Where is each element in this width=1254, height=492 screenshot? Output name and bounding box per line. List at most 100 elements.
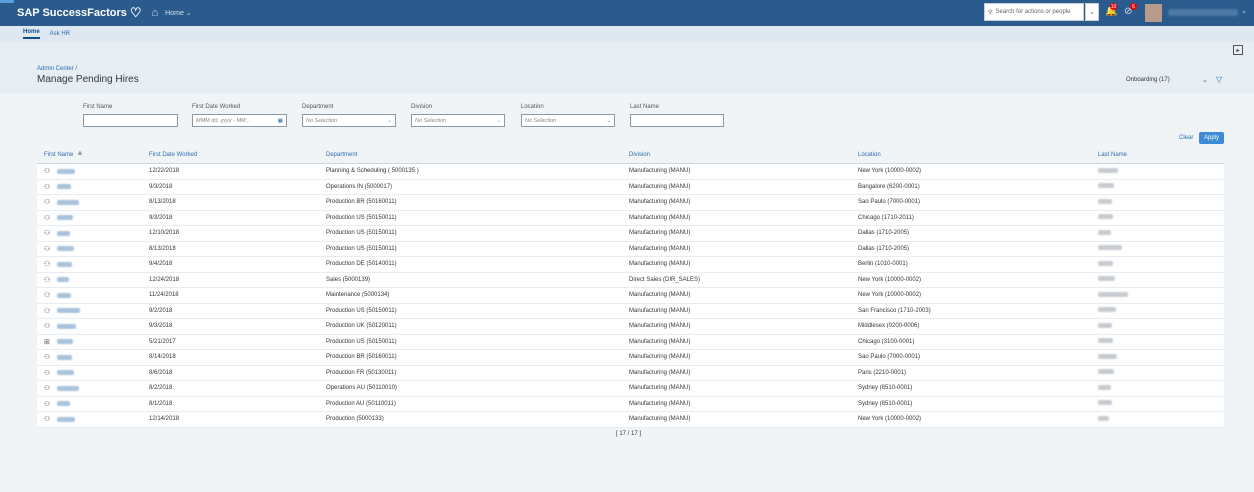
user-name-redacted[interactable] [1168,9,1238,16]
first-name-redacted[interactable] [57,215,73,221]
first-name-redacted[interactable] [57,184,71,190]
home-menu-button[interactable]: Home ⌄ [165,9,192,17]
user-avatar[interactable] [1145,4,1162,22]
table-row[interactable]: ⚇ 8/13/2018 Production US (50150011) Manufa… [37,241,1224,257]
person-add-icon[interactable]: ⚇ [44,400,53,408]
person-add-icon[interactable]: ⚇ [44,214,53,222]
person-add-icon[interactable]: ⚇ [44,183,53,191]
division-select[interactable]: No Selection ⌄ [411,114,505,127]
first-name-redacted[interactable] [57,401,70,407]
column-header-first-name[interactable]: First Name ≜ [37,151,149,159]
tab-ask-hr[interactable]: Ask HR [50,31,70,37]
company-logo[interactable]: SAP SuccessFactors ♡ [17,5,142,21]
location-cell: Dallas (1710-2005) [858,245,910,252]
first-name-cell[interactable]: ⚇ [37,353,149,361]
table-row[interactable]: ⚇ 12/24/2018 Sales (5000139) Direct Sales (… [37,272,1224,288]
person-add-icon[interactable]: ⚇ [44,322,53,330]
first-name-cell[interactable]: ⚇ [37,214,149,222]
first-name-cell[interactable]: ⊞ [37,338,149,346]
filter-icon[interactable]: ▽ [1216,75,1222,84]
clear-button[interactable]: Clear [1179,135,1193,141]
first-name-redacted[interactable] [57,230,70,236]
table-row[interactable]: ⚇ 12/22/2018 Planning & Scheduling ( 50001… [37,164,1224,180]
first-name-cell[interactable]: ⚇ [37,291,149,299]
first-name-redacted[interactable] [57,323,76,329]
first-name-redacted[interactable] [57,246,74,252]
first-name-cell[interactable]: ⚇ [37,322,149,330]
first-name-redacted[interactable] [57,199,79,205]
first-name-cell[interactable]: ⚇ [37,167,149,175]
first-name-redacted[interactable] [57,416,75,422]
table-row[interactable]: ⚇ 8/1/2018 Production AU (50110011) Manufac… [37,396,1224,412]
first-name-cell[interactable]: ⚇ [37,307,149,315]
person-add-icon[interactable]: ⚇ [44,276,53,284]
column-header-first-date[interactable]: First Date Worked [149,152,326,158]
person-add-icon[interactable]: ⚇ [44,291,53,299]
first-name-redacted[interactable] [57,370,74,376]
column-header-last-name[interactable]: Last Name [1098,152,1224,158]
first-name-redacted[interactable] [57,292,71,298]
first-name-cell[interactable]: ⚇ [37,369,149,377]
department-select[interactable]: No Selection ⌄ [302,114,396,127]
table-row[interactable]: ⚇ 12/14/2018 Production (5000133) Manufactu… [37,412,1224,428]
table-row[interactable]: ⚇ 8/2/2018 Operations AU (50110010) Manufac… [37,381,1224,397]
table-row[interactable]: ⚇ 8/13/2018 Production BR (50160011) Manufa… [37,195,1224,211]
table-row[interactable]: ⚇ 8/14/2018 Production BR (50160011) Manufa… [37,350,1224,366]
column-header-department[interactable]: Department [326,152,629,158]
person-add-icon[interactable]: ⚇ [44,260,53,268]
first-name-cell[interactable]: ⚇ [37,245,149,253]
table-row[interactable]: ⚇ 9/3/2018 Production US (50150011) Manufac… [37,210,1224,226]
first-name-redacted[interactable] [57,168,75,174]
first-name-input[interactable] [83,114,178,127]
home-icon[interactable]: ⌂ [152,7,159,19]
first-name-cell[interactable]: ⚇ [37,400,149,408]
variant-label[interactable]: Onboarding (17) [1126,77,1170,83]
person-add-icon[interactable]: ⚇ [44,198,53,206]
expand-panel-icon[interactable]: ▸ [1233,45,1243,55]
first-name-redacted[interactable] [57,308,80,314]
first-name-cell[interactable]: ⚇ [37,260,149,268]
first-date-input[interactable]: MMM dd, yyyy - MM... ▦ [192,114,287,127]
calendar-icon[interactable]: ▦ [278,118,283,124]
table-row[interactable]: ⊞ 5/21/2017 Production US (50150011) Manufa… [37,334,1224,350]
chevron-down-icon: ⌄ [387,117,392,124]
first-name-cell[interactable]: ⚇ [37,276,149,284]
person-add-icon[interactable]: ⚇ [44,307,53,315]
tab-home[interactable]: Home [23,29,40,39]
org-chart-icon[interactable]: ⊞ [44,338,53,346]
table-row[interactable]: ⚇ 11/24/2018 Maintenance (5000134) Manufact… [37,288,1224,304]
person-add-icon[interactable]: ⚇ [44,384,53,392]
table-row[interactable]: ⚇ 8/6/2018 Production FR (50130011) Manufac… [37,365,1224,381]
person-add-icon[interactable]: ⚇ [44,167,53,175]
column-header-location[interactable]: Location [858,152,1098,158]
table-row[interactable]: ⚇ 9/3/2018 Production UK (50120011) Manufac… [37,319,1224,335]
person-add-icon[interactable]: ⚇ [44,369,53,377]
first-name-redacted[interactable] [57,339,73,345]
first-name-redacted[interactable] [57,277,69,283]
first-name-cell[interactable]: ⚇ [37,229,149,237]
person-add-icon[interactable]: ⚇ [44,415,53,423]
person-add-icon[interactable]: ⚇ [44,245,53,253]
table-row[interactable]: ⚇ 12/10/2018 Production US (50150011) Manuf… [37,226,1224,242]
column-header-division[interactable]: Division [629,152,858,158]
last-name-input[interactable] [630,114,724,127]
chevron-down-icon[interactable]: ⌄ [1202,76,1208,84]
first-name-cell[interactable]: ⚇ [37,384,149,392]
person-add-icon[interactable]: ⚇ [44,229,53,237]
table-row[interactable]: ⚇ 9/4/2018 Production DE (50140011) Manufac… [37,257,1224,273]
person-add-icon[interactable]: ⚇ [44,353,53,361]
apply-button[interactable]: Apply [1199,132,1224,144]
table-row[interactable]: ⚇ 9/2/2018 Production US (50150011) Manufac… [37,303,1224,319]
first-name-cell[interactable]: ⚇ [37,198,149,206]
first-name-redacted[interactable] [57,385,79,391]
first-name-redacted[interactable] [57,354,72,360]
search-input[interactable]: ⚲ Search for actions or people [984,3,1084,21]
breadcrumb[interactable]: Admin Center / [37,66,77,72]
table-row[interactable]: ⚇ 9/3/2018 Operations IN (5000017) Manufact… [37,179,1224,195]
first-name-cell[interactable]: ⚇ [37,415,149,423]
location-select[interactable]: No Selection ⌄ [521,114,615,127]
first-name-cell[interactable]: ⚇ [37,183,149,191]
chevron-down-icon[interactable]: ⌄ [1241,7,1247,15]
first-name-redacted[interactable] [57,261,72,267]
search-scope-dropdown[interactable]: ⌄ [1085,3,1099,21]
